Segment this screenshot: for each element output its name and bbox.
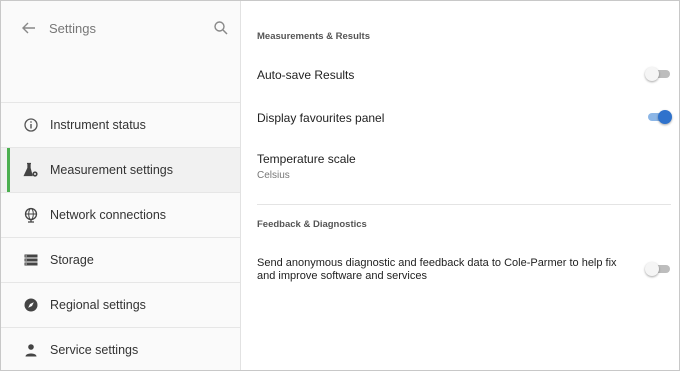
- settings-sidebar: Settings Instrument status Measurement s…: [1, 1, 241, 370]
- back-arrow-icon[interactable]: [19, 18, 39, 38]
- temperature-scale-label[interactable]: Temperature scale: [257, 152, 356, 166]
- section-header-measurements: Measurements & Results: [257, 31, 370, 42]
- page-title: Settings: [49, 21, 96, 36]
- favourites-toggle[interactable]: [645, 110, 672, 124]
- flask-gear-icon: [23, 162, 38, 177]
- temperature-scale-value: Celsius: [257, 170, 290, 181]
- sidebar-item-label: Regional settings: [50, 298, 146, 312]
- toggle-thumb: [658, 110, 672, 124]
- person-icon: [25, 344, 37, 357]
- section-divider: [257, 204, 671, 205]
- sidebar-item-measurement-settings[interactable]: Measurement settings: [1, 147, 240, 192]
- compass-icon: [24, 298, 38, 312]
- settings-nav: Instrument status Measurement settings N…: [1, 102, 240, 370]
- settings-window: Settings Instrument status Measurement s…: [0, 0, 680, 371]
- section-header-feedback: Feedback & Diagnostics: [257, 219, 367, 230]
- sidebar-item-network-connections[interactable]: Network connections: [1, 192, 240, 237]
- sidebar-item-label: Instrument status: [50, 118, 146, 132]
- toggle-thumb: [645, 67, 659, 81]
- sidebar-item-label: Network connections: [50, 208, 167, 222]
- sidebar-item-regional-settings[interactable]: Regional settings: [1, 282, 240, 327]
- diagnostics-label: Send anonymous diagnostic and feedback d…: [257, 257, 617, 282]
- sidebar-item-label: Storage: [50, 253, 94, 267]
- toggle-thumb: [645, 262, 659, 276]
- autosave-label: Auto-save Results: [257, 68, 355, 82]
- globe-icon: [24, 207, 38, 223]
- sidebar-item-label: Measurement settings: [50, 163, 173, 177]
- sidebar-item-service-settings[interactable]: Service settings: [1, 327, 240, 370]
- info-icon: [24, 118, 38, 132]
- sidebar-item-instrument-status[interactable]: Instrument status: [1, 102, 240, 147]
- settings-content: Measurements & Results Auto-save Results…: [241, 1, 679, 370]
- sidebar-item-label: Service settings: [50, 343, 139, 357]
- sidebar-item-storage[interactable]: Storage: [1, 237, 240, 282]
- favourites-label: Display favourites panel: [257, 111, 385, 125]
- storage-icon: [24, 254, 38, 266]
- autosave-toggle[interactable]: [645, 67, 671, 81]
- sidebar-header: Settings: [1, 1, 240, 57]
- search-icon[interactable]: [212, 19, 230, 37]
- diagnostics-toggle[interactable]: [645, 262, 671, 276]
